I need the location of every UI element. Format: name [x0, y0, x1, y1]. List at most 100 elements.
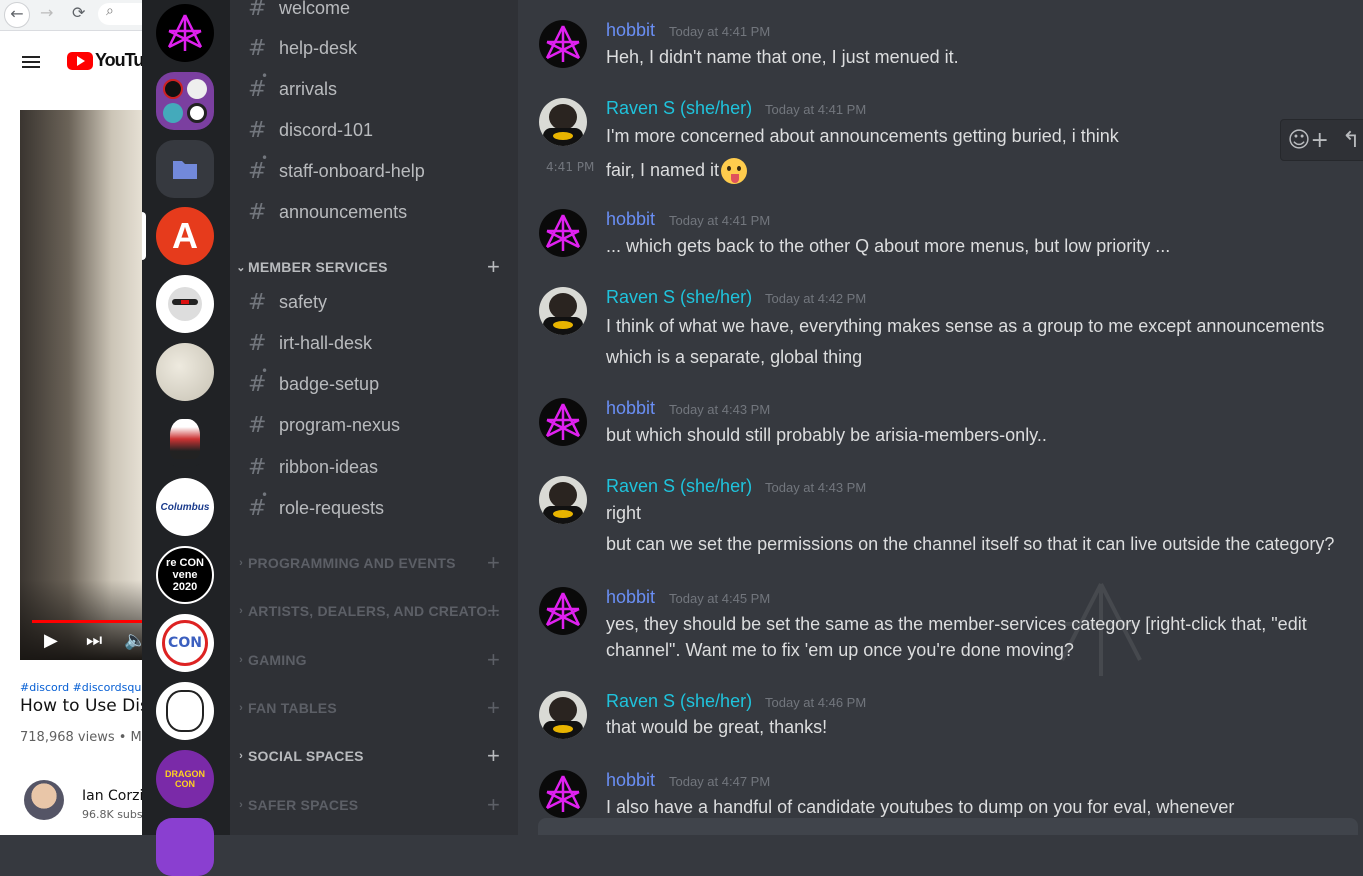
- avatar[interactable]: [539, 770, 587, 818]
- server-icon-columbus[interactable]: Columbus: [156, 478, 214, 536]
- message-username[interactable]: Raven S (she/her): [606, 691, 752, 712]
- category-safer-spaces[interactable]: › SAFER SPACES +: [234, 792, 500, 818]
- channel-badge-setup[interactable]: # badge-setup: [248, 364, 510, 401]
- avatar[interactable]: [539, 98, 587, 146]
- message-timestamp: Today at 4:41 PM: [669, 213, 771, 228]
- channel-avatar[interactable]: [24, 780, 64, 820]
- text-channel-icon: #: [248, 289, 267, 315]
- avatar[interactable]: [539, 287, 587, 335]
- locked-channel-icon: #: [248, 488, 270, 521]
- server-icon-no-con[interactable]: CON: [156, 614, 214, 672]
- message-username[interactable]: hobbit: [606, 398, 655, 419]
- add-channel-icon[interactable]: +: [487, 695, 500, 721]
- server-icon-arisia[interactable]: [156, 4, 214, 62]
- text-channel-icon: #: [248, 0, 267, 21]
- avatar[interactable]: [539, 476, 587, 524]
- add-channel-icon[interactable]: +: [487, 254, 500, 280]
- avatar[interactable]: [539, 20, 587, 68]
- channel-safety[interactable]: # safety: [248, 285, 510, 319]
- server-label: DRAGON CON: [165, 769, 205, 789]
- folder-icon[interactable]: [156, 140, 214, 198]
- chevron-right-icon: ›: [239, 605, 243, 617]
- avatar[interactable]: [539, 209, 587, 257]
- category-label: FAN TABLES: [248, 700, 337, 716]
- video-hashtags[interactable]: #discord #discordsquad: [20, 681, 142, 694]
- next-icon[interactable]: ⏭: [86, 630, 102, 651]
- message-timestamp: Today at 4:45 PM: [669, 591, 771, 606]
- message-input[interactable]: [538, 818, 1358, 835]
- server-icon-dragon-con[interactable]: DRAGON CON: [156, 750, 214, 808]
- category-label: GAMING: [248, 652, 307, 668]
- address-bar[interactable]: [98, 3, 142, 25]
- text-channel-icon: #: [248, 35, 267, 61]
- channel-staff-onboard-help[interactable]: # staff-onboard-help: [248, 151, 510, 188]
- server-icon-robot[interactable]: [156, 275, 214, 333]
- server-icon-sketch[interactable]: [156, 343, 214, 401]
- message-username[interactable]: Raven S (she/her): [606, 287, 752, 308]
- server-folder[interactable]: [156, 72, 214, 130]
- server-icon-partial[interactable]: [156, 818, 214, 876]
- channel-discord-101[interactable]: # discord-101: [248, 113, 510, 147]
- add-channel-icon[interactable]: +: [487, 792, 500, 818]
- add-channel-icon[interactable]: +: [487, 743, 500, 769]
- server-icon-drawing[interactable]: [156, 682, 214, 740]
- add-channel-icon[interactable]: +: [487, 550, 500, 576]
- add-channel-icon[interactable]: +: [487, 647, 500, 673]
- add-channel-icon[interactable]: +: [487, 598, 500, 624]
- message-username[interactable]: Raven S (she/her): [606, 98, 752, 119]
- category-label: PROGRAMMING AND EVENTS: [248, 555, 456, 571]
- forward-arrow-icon[interactable]: →: [40, 3, 53, 22]
- category-social-spaces[interactable]: › SOCIAL SPACES +: [234, 743, 500, 769]
- reply-icon[interactable]: ↰: [1342, 128, 1360, 153]
- youtube-play-logo-icon: [67, 51, 93, 70]
- browser-window: ← → ⟳ ⌕ YouTube ▶ ⏭ 🔈 #discord #discords…: [0, 0, 142, 835]
- youtube-logo-text: YouTube: [95, 50, 142, 70]
- play-icon[interactable]: ▶: [44, 630, 58, 651]
- message-username[interactable]: hobbit: [606, 770, 655, 791]
- channel-ribbon-ideas[interactable]: # ribbon-ideas: [248, 450, 510, 484]
- message-username[interactable]: hobbit: [606, 209, 655, 230]
- server-icon-reconvene[interactable]: re CON vene 2020: [156, 546, 214, 604]
- channel-name: welcome: [279, 0, 351, 18]
- channel-arrivals[interactable]: # arrivals: [248, 69, 510, 106]
- back-arrow-icon[interactable]: ←: [4, 2, 30, 28]
- category-fan-tables[interactable]: › FAN TABLES +: [234, 695, 500, 721]
- message-username[interactable]: hobbit: [606, 587, 655, 608]
- avatar[interactable]: [539, 398, 587, 446]
- channel-program-nexus[interactable]: # program-nexus: [248, 408, 510, 442]
- avatar[interactable]: [539, 691, 587, 739]
- channel-help-desk[interactable]: # help-desk: [248, 31, 510, 65]
- message-username[interactable]: Raven S (she/her): [606, 476, 752, 497]
- channel-name[interactable]: Ian Corzin: [82, 788, 142, 804]
- avatar[interactable]: [539, 587, 587, 635]
- message-timestamp: Today at 4:47 PM: [669, 774, 771, 789]
- category-programming-and-events[interactable]: › PROGRAMMING AND EVENTS +: [234, 550, 500, 576]
- video-progress-bar[interactable]: [32, 620, 142, 623]
- server-list: A Columbus re CON vene 2020 CON DRAGON C…: [142, 0, 230, 876]
- channel-announcements[interactable]: # announcements: [248, 195, 510, 229]
- category-label: MEMBER SERVICES: [248, 259, 388, 275]
- category-member-services[interactable]: ⌄ MEMBER SERVICES +: [234, 254, 500, 280]
- message-text: that would be great, thanks!: [606, 717, 828, 737]
- message-text: but which should still probably be arisi…: [606, 425, 1047, 445]
- server-icon-bird[interactable]: [156, 410, 214, 468]
- youtube-logo[interactable]: YouTube: [67, 50, 142, 71]
- message-text-content: fair, I named it: [606, 159, 720, 180]
- message-text: but can we set the permissions on the ch…: [606, 534, 1335, 554]
- category-gaming[interactable]: › GAMING +: [234, 647, 500, 673]
- message-username[interactable]: hobbit: [606, 20, 655, 41]
- server-icon-a[interactable]: A: [156, 207, 214, 265]
- category-artists-dealers[interactable]: › ARTISTS, DEALERS, AND CREATO... +: [234, 598, 500, 624]
- reload-icon[interactable]: ⟳: [72, 3, 85, 22]
- hamburger-menu-icon[interactable]: [22, 53, 40, 71]
- category-label: SOCIAL SPACES: [248, 748, 364, 764]
- add-reaction-icon[interactable]: ☺+: [1288, 128, 1329, 153]
- message-text: I'm more concerned about announcements g…: [606, 126, 1119, 146]
- channel-welcome[interactable]: # welcome: [248, 0, 510, 25]
- server-label: A: [172, 215, 198, 256]
- volume-icon[interactable]: 🔈: [124, 630, 142, 651]
- channel-role-requests[interactable]: # role-requests: [248, 488, 510, 525]
- channel-irt-hall-desk[interactable]: # irt-hall-desk: [248, 326, 510, 360]
- video-player[interactable]: [20, 110, 142, 660]
- message-timestamp: Today at 4:41 PM: [669, 24, 771, 39]
